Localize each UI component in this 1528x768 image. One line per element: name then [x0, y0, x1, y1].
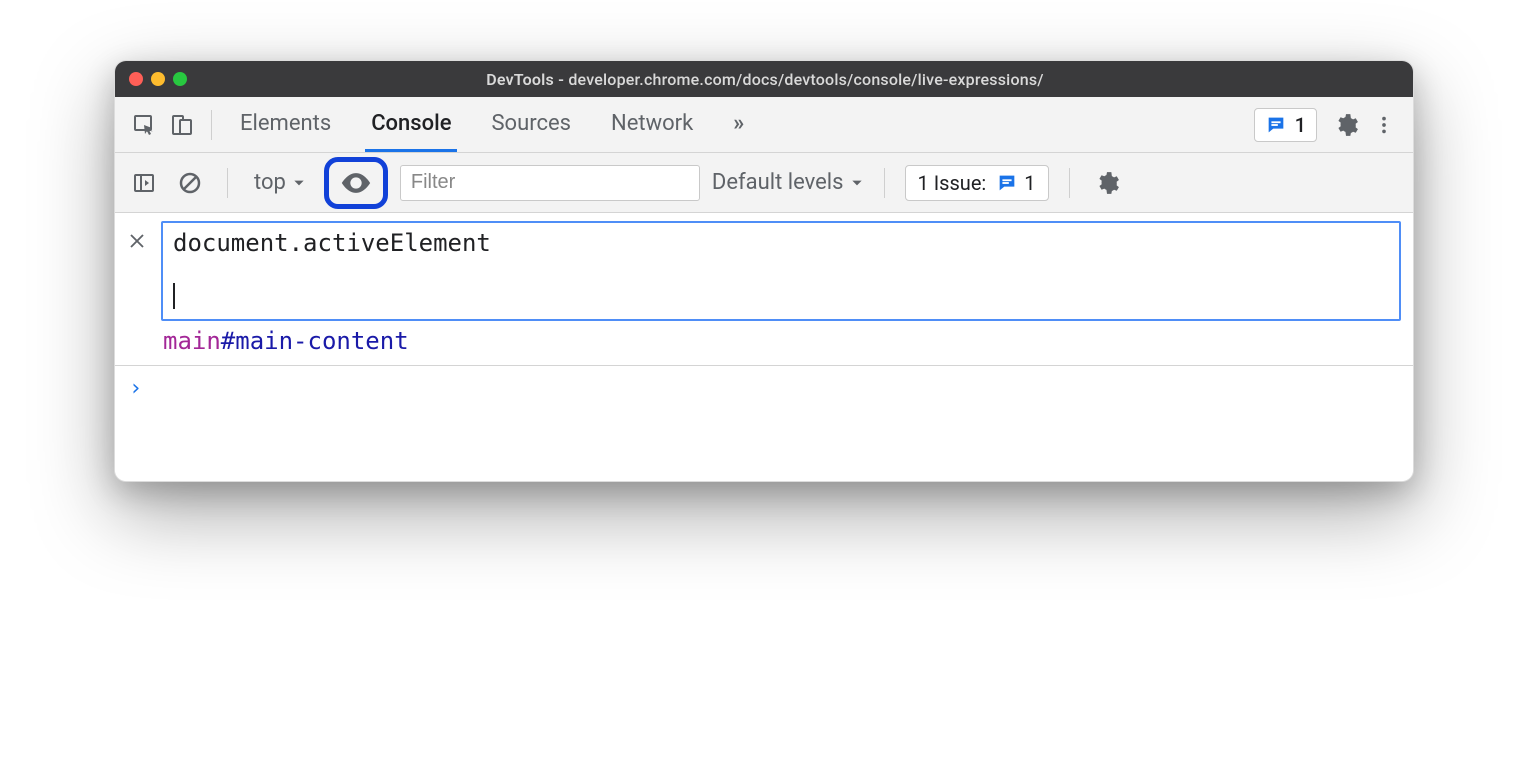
more-tabs-button[interactable]: »: [727, 97, 750, 152]
execution-context-selector[interactable]: top: [248, 168, 312, 197]
messages-badge[interactable]: 1: [1254, 108, 1317, 142]
settings-button[interactable]: [1329, 108, 1363, 142]
window-titlebar: DevTools - developer.chrome.com/docs/dev…: [115, 61, 1413, 97]
live-expression-input[interactable]: document.activeElement: [161, 221, 1401, 321]
levels-label: Default levels: [712, 170, 844, 195]
tab-sources[interactable]: Sources: [485, 97, 577, 152]
console-prompt[interactable]: ›: [129, 376, 1399, 401]
inspect-element-icon[interactable]: [127, 108, 161, 142]
create-live-expression-button[interactable]: [324, 157, 388, 209]
chat-icon: [1265, 114, 1287, 136]
remove-live-expression-button[interactable]: [123, 227, 151, 255]
issues-label: 1 Issue:: [918, 171, 987, 195]
close-icon: [128, 232, 146, 250]
gear-icon: [1094, 170, 1120, 196]
console-settings-button[interactable]: [1090, 166, 1124, 200]
window-title-url: developer.chrome.com/docs/devtools/conso…: [568, 70, 1043, 89]
toggle-device-toolbar-icon[interactable]: [165, 108, 199, 142]
divider: [211, 110, 212, 140]
kebab-icon: [1373, 114, 1395, 136]
traffic-lights: [129, 72, 187, 86]
chat-icon: [996, 172, 1018, 194]
context-label: top: [254, 170, 286, 195]
issues-badge[interactable]: 1 Issue: 1: [905, 165, 1049, 201]
result-id: #main-content: [221, 327, 409, 355]
live-expression-result[interactable]: main#main-content: [163, 327, 1401, 355]
text-cursor: [173, 283, 175, 309]
issues-count: 1: [1024, 171, 1035, 195]
panel-tabs: Elements Console Sources Network »: [234, 97, 750, 152]
live-expression-code: document.activeElement: [173, 229, 491, 257]
divider: [1069, 168, 1070, 198]
eye-icon: [339, 166, 373, 200]
chevron-down-icon: [292, 176, 306, 190]
window-close-button[interactable]: [129, 72, 143, 86]
devtools-window: DevTools - developer.chrome.com/docs/dev…: [114, 60, 1414, 482]
console-body: ›: [115, 366, 1413, 481]
window-title: DevTools - developer.chrome.com/docs/dev…: [197, 70, 1333, 89]
main-tabbar: Elements Console Sources Network » 1: [115, 97, 1413, 153]
toggle-console-sidebar-button[interactable]: [127, 166, 161, 200]
window-minimize-button[interactable]: [151, 72, 165, 86]
result-tagname: main: [163, 327, 221, 355]
prompt-chevron-icon: ›: [129, 376, 142, 401]
console-toolbar: top Default levels 1 Issue: 1: [115, 153, 1413, 213]
gear-icon: [1333, 112, 1359, 138]
more-menu-button[interactable]: [1367, 108, 1401, 142]
window-maximize-button[interactable]: [173, 72, 187, 86]
messages-count: 1: [1295, 113, 1306, 137]
filter-input[interactable]: [400, 165, 700, 201]
divider: [227, 168, 228, 198]
window-title-app: DevTools: [486, 70, 554, 89]
ban-icon: [178, 171, 202, 195]
chevron-down-icon: [850, 176, 864, 190]
clear-console-button[interactable]: [173, 166, 207, 200]
tab-network[interactable]: Network: [605, 97, 699, 152]
tab-console[interactable]: Console: [365, 97, 457, 152]
divider: [884, 168, 885, 198]
tab-elements[interactable]: Elements: [234, 97, 337, 152]
live-expression-area: document.activeElement main#main-content: [115, 213, 1413, 366]
log-levels-selector[interactable]: Default levels: [712, 170, 864, 195]
